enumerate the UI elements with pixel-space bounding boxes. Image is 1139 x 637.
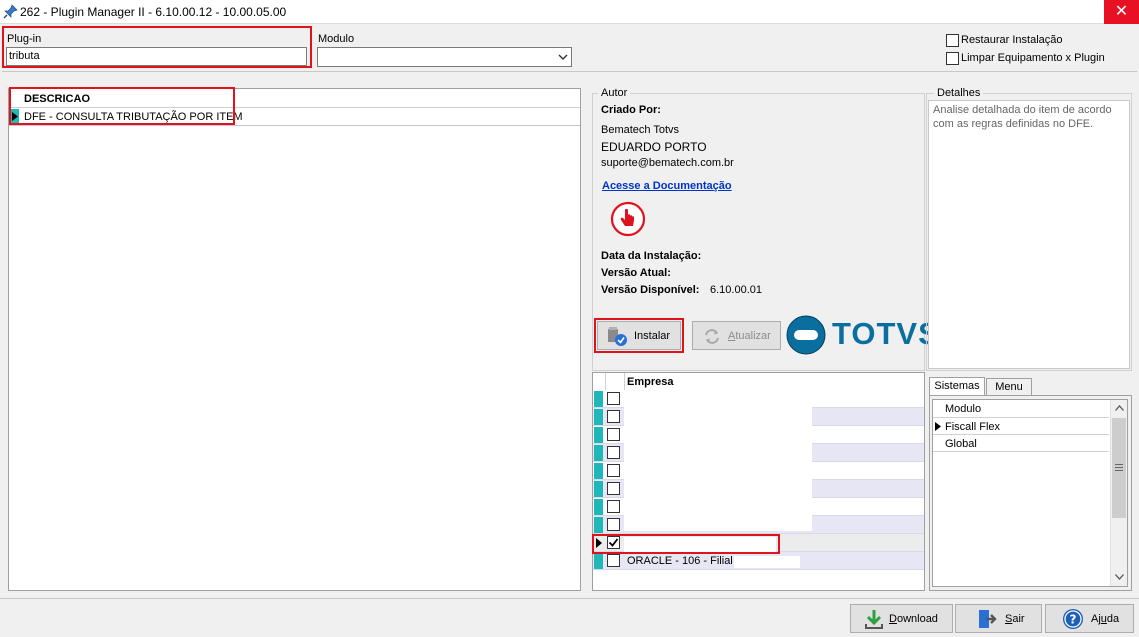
empresa-grid-header: Empresa [593, 373, 924, 391]
help-icon: ? [1063, 609, 1083, 629]
modulo-select[interactable] [317, 47, 572, 67]
sair-button[interactable]: Sair [955, 604, 1042, 633]
modulo-label: Modulo [318, 33, 355, 45]
close-button[interactable]: ✕ [1104, 0, 1139, 24]
totvs-logo-icon [786, 315, 826, 355]
tab-menu-label: Menu [995, 381, 1023, 393]
author-email: suporte@bematech.com.br [601, 157, 734, 169]
empresa-name: ORACLE - 106 - Filial [627, 555, 733, 567]
empresa-header: Empresa [627, 376, 674, 388]
instalar-label: Instalar [634, 330, 671, 342]
instalar-button[interactable]: Instalar [597, 321, 681, 350]
plugin-input[interactable]: tributa [6, 47, 307, 66]
versao-disponivel-value: 6.10.00.01 [710, 284, 762, 296]
empresa-checkbox[interactable] [607, 500, 620, 513]
detalhes-text: Analise detalhada do item de acordo com … [933, 104, 1112, 130]
detalhes-textbox[interactable]: Analise detalhada do item de acordo com … [928, 100, 1130, 369]
title-bar: 262 - Plugin Manager II - 6.10.00.12 - 1… [0, 0, 1139, 24]
scroll-down-icon[interactable] [1115, 574, 1124, 580]
redacted-area [624, 393, 812, 531]
row-indicator-icon [594, 445, 603, 461]
row-indicator-icon [594, 409, 603, 425]
tab-sistemas-label: Sistemas [934, 380, 980, 392]
install-icon [608, 327, 627, 346]
row-indicator-icon [594, 391, 603, 407]
data-instalacao-label: Data da Instalação: [601, 250, 702, 262]
refresh-icon [705, 329, 719, 344]
window-title: 262 - Plugin Manager II - 6.10.00.12 - 1… [20, 5, 287, 19]
row-indicator-icon [594, 427, 603, 443]
empresa-checkbox[interactable] [607, 554, 620, 567]
svg-text:?: ? [1070, 613, 1077, 627]
row-indicator-icon [594, 499, 603, 515]
redacted-area [734, 556, 800, 568]
download-arrow-icon [865, 610, 883, 629]
company-name: Bematech Totvs [601, 124, 680, 136]
sistemas-grid-header: Modulo [933, 400, 1109, 418]
limpar-checkbox[interactable] [946, 52, 959, 65]
download-label: Download [889, 613, 938, 625]
scroll-up-icon[interactable] [1115, 405, 1124, 411]
row-indicator-icon [594, 463, 603, 479]
author-name: EDUARDO PORTO [601, 140, 707, 154]
plugin-input-value: tributa [9, 50, 40, 62]
thumb-grip-icon [1115, 464, 1123, 471]
header-divider-2 [624, 373, 625, 391]
row-indicator-icon [594, 553, 603, 569]
hand-pointer-icon[interactable] [610, 201, 646, 237]
row-indicator-icon [594, 481, 603, 497]
limpar-label: Limpar Equipamento x Plugin [961, 52, 1105, 64]
empresa-checkbox[interactable] [607, 464, 620, 477]
sair-label: Sair [1005, 613, 1025, 625]
header-divider-1 [605, 373, 606, 391]
empresa-checkbox[interactable] [607, 392, 620, 405]
tab-sistemas[interactable]: Sistemas [929, 377, 985, 396]
autor-group-label: Autor [598, 87, 631, 99]
sistemas-modulo-header: Modulo [945, 403, 982, 415]
ajuda-button[interactable]: ? Ajuda [1045, 604, 1134, 633]
exit-door-icon [979, 610, 997, 628]
pin-icon [3, 4, 18, 19]
row-indicator-icon [594, 517, 603, 533]
sistemas-scrollbar[interactable] [1110, 400, 1127, 586]
versao-disponivel-label: Versão Disponível: [601, 284, 700, 296]
atualizar-label: Atualizar [728, 330, 771, 342]
filter-divider [2, 71, 1137, 72]
empresa-checkbox[interactable] [607, 428, 620, 441]
empresa-row-highlight [592, 534, 780, 554]
plugins-grid: DESCRICAO DFE - CONSULTA TRIBUTAÇÃO POR … [8, 88, 581, 591]
sistemas-item-label: Global [945, 438, 977, 450]
atualizar-button[interactable]: Atualizar [692, 321, 781, 350]
chevron-down-icon [558, 54, 568, 60]
list-item[interactable]: Fiscall Flex [933, 418, 1109, 435]
tab-menu[interactable]: Menu [986, 378, 1032, 396]
totvs-brand: TOTVS [832, 316, 940, 351]
list-item[interactable]: Global [933, 435, 1109, 452]
close-icon: ✕ [1114, 3, 1129, 20]
sistemas-item-label: Fiscall Flex [945, 421, 1001, 433]
empresa-checkbox[interactable] [607, 410, 620, 423]
empresa-checkbox[interactable] [607, 518, 620, 531]
plugin-row-highlight [9, 87, 235, 125]
ajuda-label: Ajuda [1091, 613, 1120, 625]
current-row-arrow-icon [935, 422, 941, 431]
empresa-checkbox[interactable] [607, 446, 620, 459]
empresa-checkbox[interactable] [607, 482, 620, 495]
detalhes-group-label: Detalhes [934, 87, 984, 99]
restaurar-checkbox[interactable] [946, 34, 959, 47]
plugin-label: Plug-in [7, 33, 42, 45]
sistemas-grid: Modulo Fiscall Flex Global [932, 399, 1128, 587]
footer-divider [0, 598, 1139, 599]
documentation-link[interactable]: Acesse a Documentação [602, 180, 732, 192]
criado-por-label: Criado Por: [601, 104, 661, 116]
download-button[interactable]: Download [850, 604, 953, 633]
versao-atual-label: Versão Atual: [601, 267, 671, 279]
restaurar-label: Restaurar Instalação [961, 34, 1063, 46]
